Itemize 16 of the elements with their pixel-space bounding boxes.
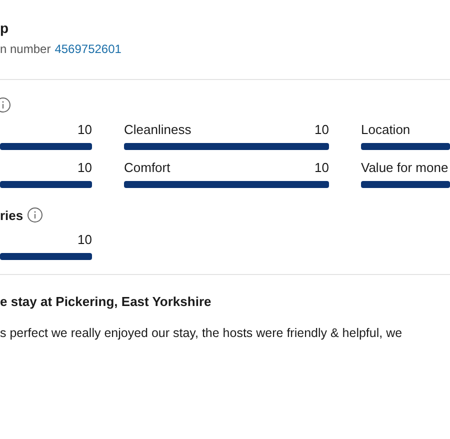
rating-label: Location xyxy=(361,122,410,139)
reservation-number-link[interactable]: 4569752601 xyxy=(54,42,122,56)
rating-score: 10 xyxy=(314,160,329,177)
rating-label: Comfort xyxy=(124,160,170,177)
rating-score: 10 xyxy=(78,122,92,139)
review-text: s perfect we really enjoyed our stay, the hosts were friendly & helpful, we xyxy=(0,326,404,340)
property-title: p xyxy=(0,19,10,37)
rating-label: Value for mone xyxy=(361,160,448,177)
review-title: e stay at Pickering, East Yorkshire xyxy=(0,294,212,309)
rating-label: Cleanliness xyxy=(124,122,192,139)
rating-score: 10 xyxy=(78,160,92,177)
reservation-number-label: n number xyxy=(0,42,51,56)
section-title: ries xyxy=(0,208,24,222)
rating-score: 10 xyxy=(314,122,329,139)
rating-score: 10 xyxy=(78,232,92,249)
info-icon[interactable] xyxy=(27,207,44,223)
